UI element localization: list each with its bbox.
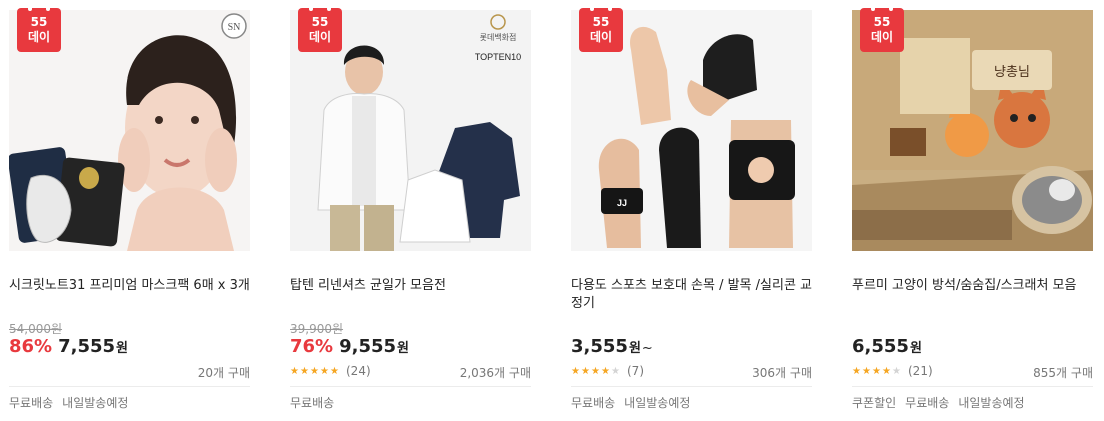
- currency-unit: 원: [397, 341, 409, 356]
- discount-rate: 76%: [290, 336, 334, 357]
- tag-ship-tomorrow: 내일발송예정: [62, 396, 129, 410]
- badge-number: 55: [311, 15, 329, 29]
- badge-number: 55: [873, 15, 891, 29]
- product-card[interactable]: 냥총님 55 데이 푸르미 고양이 방석/숨숨집/스크래처 모음 6,555 원…: [852, 0, 1093, 421]
- tag-coupon: 쿠폰할인: [852, 396, 897, 410]
- review-count[interactable]: (21): [908, 364, 933, 378]
- product-card[interactable]: JJ 55 데이 다용도 스포츠 보호대 손목 / 발목 /실리콘 교정기 3,…: [571, 0, 812, 421]
- star-icon: ★: [310, 366, 319, 377]
- product-title[interactable]: 다용도 스포츠 보호대 손목 / 발목 /실리콘 교정기: [571, 277, 812, 313]
- price-row: 86% 7,555 원: [9, 336, 128, 360]
- star-icon: ★: [862, 366, 871, 377]
- tag-free-shipping: 무료배송: [290, 396, 335, 410]
- svg-text:SN: SN: [228, 22, 241, 33]
- divider: [9, 386, 250, 387]
- product-meta: ★ ★ ★ ★ ★ (24) 2,036개 구매: [290, 364, 531, 380]
- star-icon: ★: [601, 366, 610, 377]
- product-card[interactable]: SN 55 데이 시크릿노트31 프리미엄 마스크팩 6매 x 3개 54,00…: [9, 0, 250, 421]
- tag-free-shipping: 무료배송: [905, 396, 950, 410]
- svg-text:TOPTEN10: TOPTEN10: [475, 52, 521, 62]
- review-count[interactable]: (24): [346, 364, 371, 378]
- star-icon: ★: [300, 366, 309, 377]
- svg-text:냥총님: 냥총님: [994, 65, 1030, 80]
- currency-unit: 원: [909, 341, 922, 356]
- badge-number: 55: [30, 15, 48, 29]
- purchase-count: 306개 구매: [752, 366, 812, 380]
- discount-rate: 86%: [9, 336, 53, 357]
- star-rating: ★ ★ ★ ★ ★: [571, 366, 621, 378]
- 55-day-badge: 55 데이: [17, 5, 61, 52]
- price-row: 76% 9,555 원: [290, 336, 409, 360]
- tag-ship-tomorrow: 내일발송예정: [624, 396, 691, 410]
- sale-price: 6,555: [852, 336, 909, 357]
- price-suffix: ~: [641, 341, 653, 356]
- price-row: 3,555 원 ~: [571, 336, 653, 360]
- star-icon: ★: [591, 366, 600, 377]
- product-meta: 20개 구매: [9, 364, 250, 380]
- divider: [852, 386, 1093, 387]
- 55-day-badge: 55 데이: [860, 5, 904, 52]
- badge-text: 데이: [27, 30, 51, 44]
- divider: [571, 386, 812, 387]
- svg-text:롯데백화점: 롯데백화점: [480, 32, 517, 42]
- 55-day-badge: 55 데이: [579, 5, 623, 52]
- star-rating: ★ ★ ★ ★ ★: [290, 366, 340, 378]
- delivery-tags: 쿠폰할인 무료배송 내일발송예정: [852, 394, 1034, 411]
- tag-ship-tomorrow: 내일발송예정: [958, 396, 1025, 410]
- badge-text: 데이: [870, 30, 894, 44]
- product-title[interactable]: 푸르미 고양이 방석/숨숨집/스크래처 모음: [852, 277, 1093, 295]
- badge-text: 데이: [308, 30, 332, 44]
- purchase-count: 20개 구매: [197, 366, 250, 380]
- star-icon: ★: [852, 366, 861, 377]
- currency-unit: 원: [116, 341, 128, 356]
- delivery-tags: 무료배송 내일발송예정: [571, 394, 699, 411]
- price-row: 6,555 원: [852, 336, 922, 360]
- star-icon: ★: [330, 366, 339, 377]
- badge-text: 데이: [589, 30, 613, 44]
- review-count[interactable]: (7): [627, 364, 644, 378]
- star-icon: ★: [872, 366, 881, 377]
- star-rating: ★ ★ ★ ★ ★: [852, 366, 902, 378]
- star-icon: ★: [571, 366, 580, 377]
- delivery-tags: 무료배송 내일발송예정: [9, 394, 137, 411]
- divider: [290, 386, 531, 387]
- sale-price: 7,555: [58, 336, 116, 357]
- original-price: 54,000원: [9, 322, 63, 336]
- star-icon: ★: [611, 366, 620, 377]
- purchase-count: 2,036개 구매: [459, 366, 531, 380]
- star-icon: ★: [320, 366, 329, 377]
- sale-price: 9,555: [339, 336, 397, 357]
- purchase-count: 855개 구매: [1033, 366, 1093, 380]
- product-grid: SN 55 데이 시크릿노트31 프리미엄 마스크팩 6매 x 3개 54,00…: [0, 0, 1104, 421]
- star-icon: ★: [882, 366, 891, 377]
- currency-unit: 원: [628, 341, 641, 356]
- star-icon: ★: [892, 366, 901, 377]
- 55-day-badge: 55 데이: [298, 5, 342, 52]
- star-icon: ★: [290, 366, 299, 377]
- product-card[interactable]: 롯데백화점 TOPTEN10 55 데이 탑텐 리넨셔츠 균일가 모음전 39,…: [290, 0, 531, 421]
- delivery-tags: 무료배송: [290, 394, 343, 411]
- badge-number: 55: [592, 15, 610, 29]
- product-meta: ★ ★ ★ ★ ★ (21) 855개 구매: [852, 364, 1093, 380]
- sale-price: 3,555: [571, 336, 628, 357]
- product-title[interactable]: 시크릿노트31 프리미엄 마스크팩 6매 x 3개: [9, 277, 250, 295]
- product-title[interactable]: 탑텐 리넨셔츠 균일가 모음전: [290, 277, 531, 295]
- star-icon: ★: [581, 366, 590, 377]
- tag-free-shipping: 무료배송: [571, 396, 616, 410]
- svg-text:JJ: JJ: [617, 198, 627, 208]
- tag-free-shipping: 무료배송: [9, 396, 54, 410]
- original-price: 39,900원: [290, 322, 344, 336]
- product-meta: ★ ★ ★ ★ ★ (7) 306개 구매: [571, 364, 812, 380]
